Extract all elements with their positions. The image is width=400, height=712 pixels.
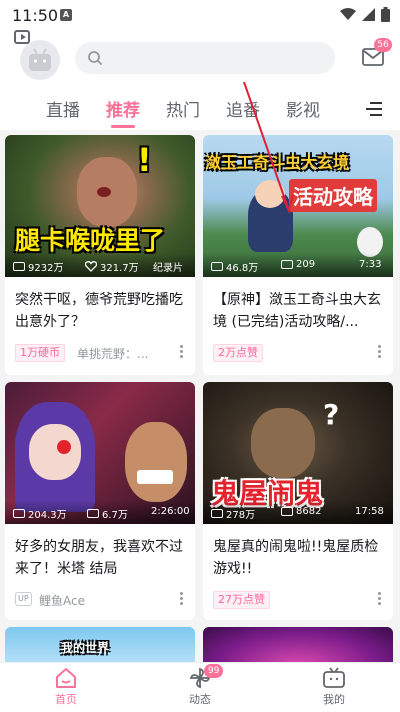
video-card[interactable]: ? 鬼屋闹鬼 278万 8682 17:58 鬼屋真的闹鬼啦!!鬼屋质检游戏!!… bbox=[203, 382, 393, 620]
tv-icon bbox=[323, 667, 345, 688]
thumbnail-overlay-text: 我的世界 bbox=[61, 641, 110, 655]
video-thumbnail[interactable]: ! 腿卡喉咙里了 9232万 321.7万 纪录片 bbox=[5, 135, 195, 277]
tab-movies[interactable]: 影视 bbox=[286, 96, 320, 121]
question-mark: ? bbox=[323, 398, 340, 431]
search-input[interactable] bbox=[75, 42, 335, 74]
more-options-icon[interactable] bbox=[180, 592, 184, 606]
play-count-icon bbox=[211, 262, 223, 271]
uploader-name[interactable]: 单挑荒野：... bbox=[77, 345, 148, 362]
video-duration: 7:33 bbox=[359, 259, 382, 270]
video-thumbnail[interactable]: 204.3万 6.7万 2:26:00 bbox=[5, 382, 195, 524]
view-count: 204.3万 bbox=[13, 506, 67, 521]
default-avatar-icon bbox=[29, 48, 51, 71]
video-title[interactable]: 好多的女朋友，我喜欢不过来了！米塔 结局 bbox=[15, 536, 187, 580]
signal-icon bbox=[362, 8, 375, 21]
avatar[interactable] bbox=[20, 40, 60, 80]
danmaku-count: 209 bbox=[281, 259, 315, 270]
video-card[interactable]: ! 腿卡喉咙里了 9232万 321.7万 纪录片 突然干呕，德爷荒野吃播吃出意… bbox=[5, 135, 195, 375]
nav-home-label: 首页 bbox=[55, 693, 77, 706]
top-header: 56 bbox=[0, 30, 400, 90]
tab-anime[interactable]: 追番 bbox=[226, 96, 260, 121]
message-badge: 56 bbox=[374, 38, 392, 52]
video-card[interactable]: 204.3万 6.7万 2:26:00 好多的女朋友，我喜欢不过来了！米塔 结局… bbox=[5, 382, 195, 620]
thumbnail-mouth bbox=[97, 187, 111, 197]
category-tabs: 直播 推荐 热门 追番 影视 bbox=[0, 90, 400, 130]
thumbnail-overlay-text: 潋玉工奇斗虫大玄境 bbox=[205, 153, 350, 172]
danmaku-count: 8682 bbox=[281, 506, 321, 517]
video-card[interactable]: 我的世界 bbox=[5, 627, 195, 667]
play-count-icon bbox=[13, 262, 25, 271]
nav-home[interactable]: 首页 bbox=[26, 667, 106, 707]
exclamation-mark: ! bbox=[137, 141, 152, 179]
danmaku-count: 6.7万 bbox=[87, 506, 128, 521]
wifi-icon bbox=[340, 8, 356, 20]
video-title[interactable]: 【原神】潋玉工奇斗虫大玄境 (已完结)活动攻略/... bbox=[213, 289, 385, 333]
menu-icon[interactable] bbox=[366, 102, 382, 116]
like-tag: 2万点赞 bbox=[213, 344, 263, 362]
danmaku-icon bbox=[281, 507, 293, 516]
nav-mine-label: 我的 bbox=[323, 693, 345, 706]
thumbnail-overlay-banner: 活动攻略 bbox=[289, 179, 377, 212]
coin-tag: 1万硬币 bbox=[15, 344, 65, 362]
home-icon bbox=[56, 668, 76, 688]
play-icon bbox=[21, 34, 26, 40]
status-time: 11:50 bbox=[12, 6, 59, 25]
bottom-navigation: 首页 动态 我的 bbox=[0, 662, 400, 712]
thumbnail-face bbox=[251, 408, 315, 478]
video-thumbnail[interactable]: 潋玉工奇斗虫大玄境 活动攻略 46.8万 209 7:33 bbox=[203, 135, 393, 277]
video-duration: 17:58 bbox=[355, 506, 384, 517]
video-thumbnail[interactable]: ? 鬼屋闹鬼 278万 8682 17:58 bbox=[203, 382, 393, 524]
thumbnail-anime-face bbox=[29, 424, 81, 480]
video-stats: 9232万 321.7万 纪录片 bbox=[5, 253, 195, 277]
play-count-icon bbox=[211, 509, 223, 518]
tab-recommend[interactable]: 推荐 bbox=[106, 96, 140, 121]
thumbnail-red-eye bbox=[57, 440, 71, 454]
play-count-icon bbox=[13, 509, 25, 518]
thumbnail-character-head bbox=[255, 180, 285, 208]
tab-hot[interactable]: 热门 bbox=[166, 96, 200, 121]
up-badge: UP bbox=[15, 592, 32, 606]
tv-mode-icon[interactable] bbox=[14, 30, 30, 44]
uploader-name[interactable]: 鲤鱼Ace bbox=[39, 592, 85, 609]
nav-dynamic-label: 动态 bbox=[189, 693, 211, 706]
more-options-icon[interactable] bbox=[180, 345, 184, 359]
video-title[interactable]: 鬼屋真的闹鬼啦!!鬼屋质检游戏!! bbox=[213, 536, 385, 580]
video-stats: 204.3万 6.7万 2:26:00 bbox=[5, 500, 195, 524]
thumbnail-person-teeth bbox=[137, 470, 173, 484]
category-badge: 纪录片 bbox=[153, 263, 183, 274]
view-count: 9232万 bbox=[13, 259, 63, 274]
like-count: 321.7万 bbox=[85, 259, 139, 274]
thumbnail-overlay-text: 腿卡喉咙里了 bbox=[15, 226, 166, 255]
video-duration: 2:26:00 bbox=[151, 506, 190, 517]
danmaku-icon bbox=[87, 509, 99, 518]
notification-icon: A bbox=[60, 9, 72, 21]
more-options-icon[interactable] bbox=[378, 592, 382, 606]
thumbnail-person-face bbox=[125, 422, 187, 502]
active-tab-indicator bbox=[111, 125, 135, 128]
heart-icon bbox=[85, 261, 97, 272]
like-tag: 27万点赞 bbox=[213, 591, 270, 609]
battery-icon bbox=[381, 7, 390, 22]
video-stats: 46.8万 209 7:33 bbox=[203, 253, 393, 277]
view-count: 278万 bbox=[211, 506, 255, 521]
danmaku-icon bbox=[281, 260, 293, 269]
view-count: 46.8万 bbox=[211, 259, 258, 274]
nav-dynamic[interactable]: 动态 bbox=[160, 667, 240, 707]
video-stats: 278万 8682 17:58 bbox=[203, 500, 393, 524]
status-bar: 11:50 A bbox=[0, 0, 400, 30]
tab-live[interactable]: 直播 bbox=[46, 96, 80, 121]
video-card[interactable] bbox=[203, 627, 393, 667]
nav-mine[interactable]: 我的 bbox=[294, 667, 374, 707]
dynamic-badge: 99 bbox=[204, 664, 224, 678]
video-card[interactable]: 潋玉工奇斗虫大玄境 活动攻略 46.8万 209 7:33 【原神】潋玉工奇斗虫… bbox=[203, 135, 393, 375]
more-options-icon[interactable] bbox=[378, 345, 382, 359]
video-title[interactable]: 突然干呕，德爷荒野吃播吃出意外了？ bbox=[15, 289, 187, 333]
search-icon bbox=[88, 51, 102, 65]
status-icons bbox=[340, 7, 390, 22]
